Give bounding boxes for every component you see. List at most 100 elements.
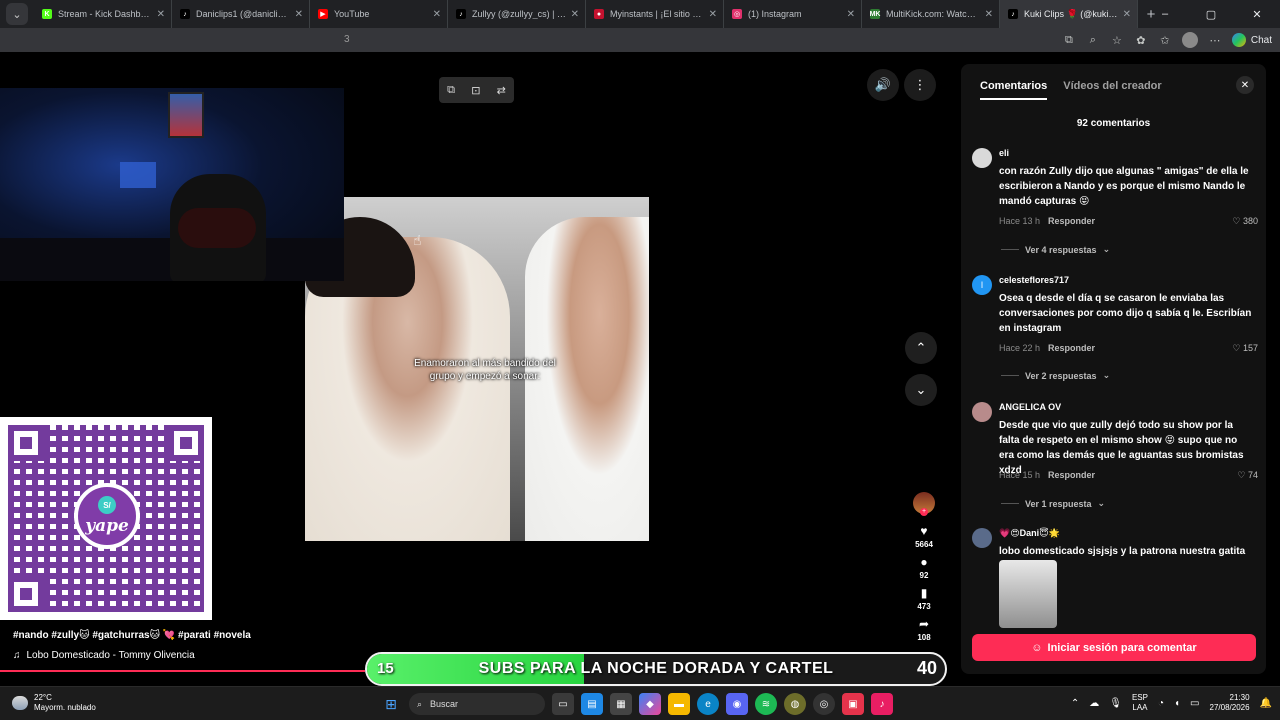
speaker-icon[interactable]: ◖ <box>1174 698 1180 709</box>
zoom-icon[interactable]: ⌕ <box>1086 33 1100 47</box>
reply-button[interactable]: Responder <box>1048 343 1095 353</box>
tab-search-icon[interactable]: ⌄ <box>6 3 28 25</box>
view-replies-button[interactable]: Ver 1 respuesta ⌄ <box>1001 498 1105 509</box>
comment-username[interactable]: eli <box>999 148 1009 158</box>
comment-avatar[interactable]: l <box>972 275 992 295</box>
discord-icon[interactable]: ◉ <box>726 693 748 715</box>
tab-close-icon[interactable]: ✕ <box>295 9 303 20</box>
reply-button[interactable]: Responder <box>1048 470 1095 480</box>
app-red-icon[interactable]: ▣ <box>842 693 864 715</box>
close-icon[interactable]: ✕ <box>1236 76 1254 94</box>
comment-username[interactable]: 💗😍Dani😇🌟 <box>999 528 1060 539</box>
next-video-icon[interactable]: ⌄ <box>905 374 937 406</box>
comment-time: Hace 15 h <box>999 470 1041 480</box>
like-action[interactable]: ♥ 5664 <box>915 524 933 549</box>
chat-label: Chat <box>1250 34 1272 46</box>
miniplayer-icon[interactable]: ⊡ <box>471 84 480 97</box>
wifi-icon[interactable]: ◔ <box>1158 698 1164 709</box>
weather-widget[interactable]: 22°C Mayorm. nublado <box>12 693 96 713</box>
app-icon[interactable]: ◍ <box>784 693 806 715</box>
comment-action[interactable]: ● 92 <box>920 555 929 580</box>
tiktok-app-icon[interactable]: ♪ <box>871 693 893 715</box>
browser-tab[interactable]: ◎ (1) Instagram ✕ <box>724 0 862 28</box>
browser-tab[interactable]: ♪ Zullyy (@zullyy_cs) | TikTok ✕ <box>448 0 586 28</box>
comment-avatar[interactable] <box>972 148 992 168</box>
reply-button[interactable]: Responder <box>1048 216 1095 226</box>
mic-icon[interactable]: 🎙 <box>1109 698 1122 709</box>
login-to-comment-button[interactable]: ☺ Iniciar sesión para comentar <box>972 634 1256 661</box>
comment-text: lobo domesticado sjsjsjs y la patrona nu… <box>999 546 1246 557</box>
tab-close-icon[interactable]: ✕ <box>985 9 993 20</box>
tab-comments[interactable]: Comentarios <box>980 80 1048 100</box>
tab-close-icon[interactable]: ✕ <box>433 9 441 20</box>
tab-close-icon[interactable]: ✕ <box>1123 9 1131 20</box>
tab-close-icon[interactable]: ✕ <box>157 9 165 20</box>
minimize-button[interactable]: – <box>1142 0 1188 28</box>
clock[interactable]: 21:30 27/08/2026 <box>1210 693 1250 713</box>
more-options-icon[interactable]: ⋮ <box>904 69 936 101</box>
taskbar-search[interactable]: ⌕ Buscar <box>409 693 545 715</box>
copilot-chat-button[interactable]: Chat <box>1231 33 1272 47</box>
comment-avatar[interactable] <box>972 402 992 422</box>
comment-text: Desde que vio que zully dejó todo su sho… <box>999 420 1244 476</box>
more-menu-icon[interactable]: ⋯ <box>1208 33 1222 47</box>
tab-close-icon[interactable]: ✕ <box>847 9 855 20</box>
tab-favicon-icon: ◎ <box>732 9 742 19</box>
browser-tab[interactable]: K Stream - Kick Dashboard ✕ <box>34 0 172 28</box>
pip-icon[interactable]: ⧉ <box>447 84 455 97</box>
extensions-icon[interactable]: ✿ <box>1134 33 1148 47</box>
network-tray-icon[interactable]: ☁ <box>1089 698 1099 709</box>
comment-like-button[interactable]: ♡ 74 <box>1237 470 1258 481</box>
language-indicator[interactable]: ESP LAA <box>1132 693 1148 713</box>
video-progress-bar[interactable] <box>0 670 365 672</box>
browser-tab[interactable]: ♪ Daniclips1 (@daniclips_pe2) ✕ <box>172 0 310 28</box>
obs-icon[interactable]: ◎ <box>813 693 835 715</box>
comment-username[interactable]: celesteflores717 <box>999 275 1069 285</box>
translate-icon[interactable]: ⇄ <box>497 84 506 97</box>
save-action[interactable]: ▮ 473 <box>917 586 930 611</box>
tray-overflow-icon[interactable]: ⌃ <box>1071 698 1079 709</box>
previous-video-icon[interactable]: ⌃ <box>905 332 937 364</box>
browser-tab[interactable]: ♪ Kuki Clips 🌹 (@kuki_cl ✕ <box>1000 0 1138 28</box>
video-hashtags[interactable]: #nando #zully🐱 #gatchurras🐱 💘 #parati #n… <box>13 630 251 641</box>
screen: ⌄ K Stream - Kick Dashboard ✕ ♪ Daniclips1 (… <box>0 0 1280 720</box>
favorites-icon[interactable]: ✩ <box>1158 33 1172 47</box>
battery-icon[interactable]: ▭ <box>1190 698 1199 709</box>
spotify-icon[interactable]: ≋ <box>755 693 777 715</box>
view-replies-button[interactable]: Ver 4 respuestas ⌄ <box>1001 244 1110 255</box>
keyboard-layout: LAA <box>1132 703 1148 712</box>
weather-desc: Mayorm. nublado <box>34 703 96 712</box>
chevron-down-icon: ⌄ <box>1102 244 1111 254</box>
browser-tab[interactable]: ▶ YouTube ✕ <box>310 0 448 28</box>
notifications-icon[interactable]: 🔔 <box>1260 698 1272 709</box>
store-app-icon[interactable]: ▦ <box>610 693 632 715</box>
open-in-new-icon[interactable]: ⧉ <box>1062 33 1076 47</box>
profile-avatar[interactable] <box>1181 32 1198 48</box>
browser-tab[interactable]: ● Myinstants | ¡El sitio web de ✕ <box>586 0 724 28</box>
task-view-icon[interactable]: ▭ <box>552 693 574 715</box>
bookmark-star-icon[interactable]: ☆ <box>1110 33 1124 47</box>
follow-plus-icon[interactable]: + <box>920 508 928 516</box>
view-replies-label: Ver 1 respuesta <box>1025 498 1092 509</box>
edge-browser-icon[interactable]: e <box>697 693 719 715</box>
share-action[interactable]: ➦ 108 <box>917 617 930 642</box>
video-player[interactable]: Enamoraron al más bandido del grupo y em… <box>305 197 649 541</box>
creator-avatar[interactable]: + <box>913 492 935 516</box>
copilot-app-icon[interactable]: ◆ <box>639 693 661 715</box>
comment-avatar[interactable] <box>972 528 992 548</box>
notes-app-icon[interactable]: ▤ <box>581 693 603 715</box>
tab-close-icon[interactable]: ✕ <box>709 9 717 20</box>
comment-like-button[interactable]: ♡ 380 <box>1232 216 1258 227</box>
close-window-button[interactable]: ✕ <box>1234 0 1280 28</box>
maximize-button[interactable]: ▢ <box>1188 0 1234 28</box>
comment-like-button[interactable]: ♡ 157 <box>1232 343 1258 354</box>
music-info[interactable]: ♫ Lobo Domesticado - Tommy Olivencia <box>13 650 195 661</box>
volume-icon[interactable]: 🔊 <box>867 69 899 101</box>
tab-creator-videos[interactable]: Vídeos del creador <box>1063 80 1161 100</box>
comment-username[interactable]: ANGELICA OV <box>999 402 1061 412</box>
file-explorer-icon[interactable]: ▬ <box>668 693 690 715</box>
view-replies-button[interactable]: Ver 2 respuestas ⌄ <box>1001 370 1110 381</box>
windows-start-icon[interactable]: ⊞ <box>380 693 402 715</box>
browser-tab[interactable]: MK MultiKick.com: Watch Multip ✕ <box>862 0 1000 28</box>
tab-close-icon[interactable]: ✕ <box>571 9 579 20</box>
